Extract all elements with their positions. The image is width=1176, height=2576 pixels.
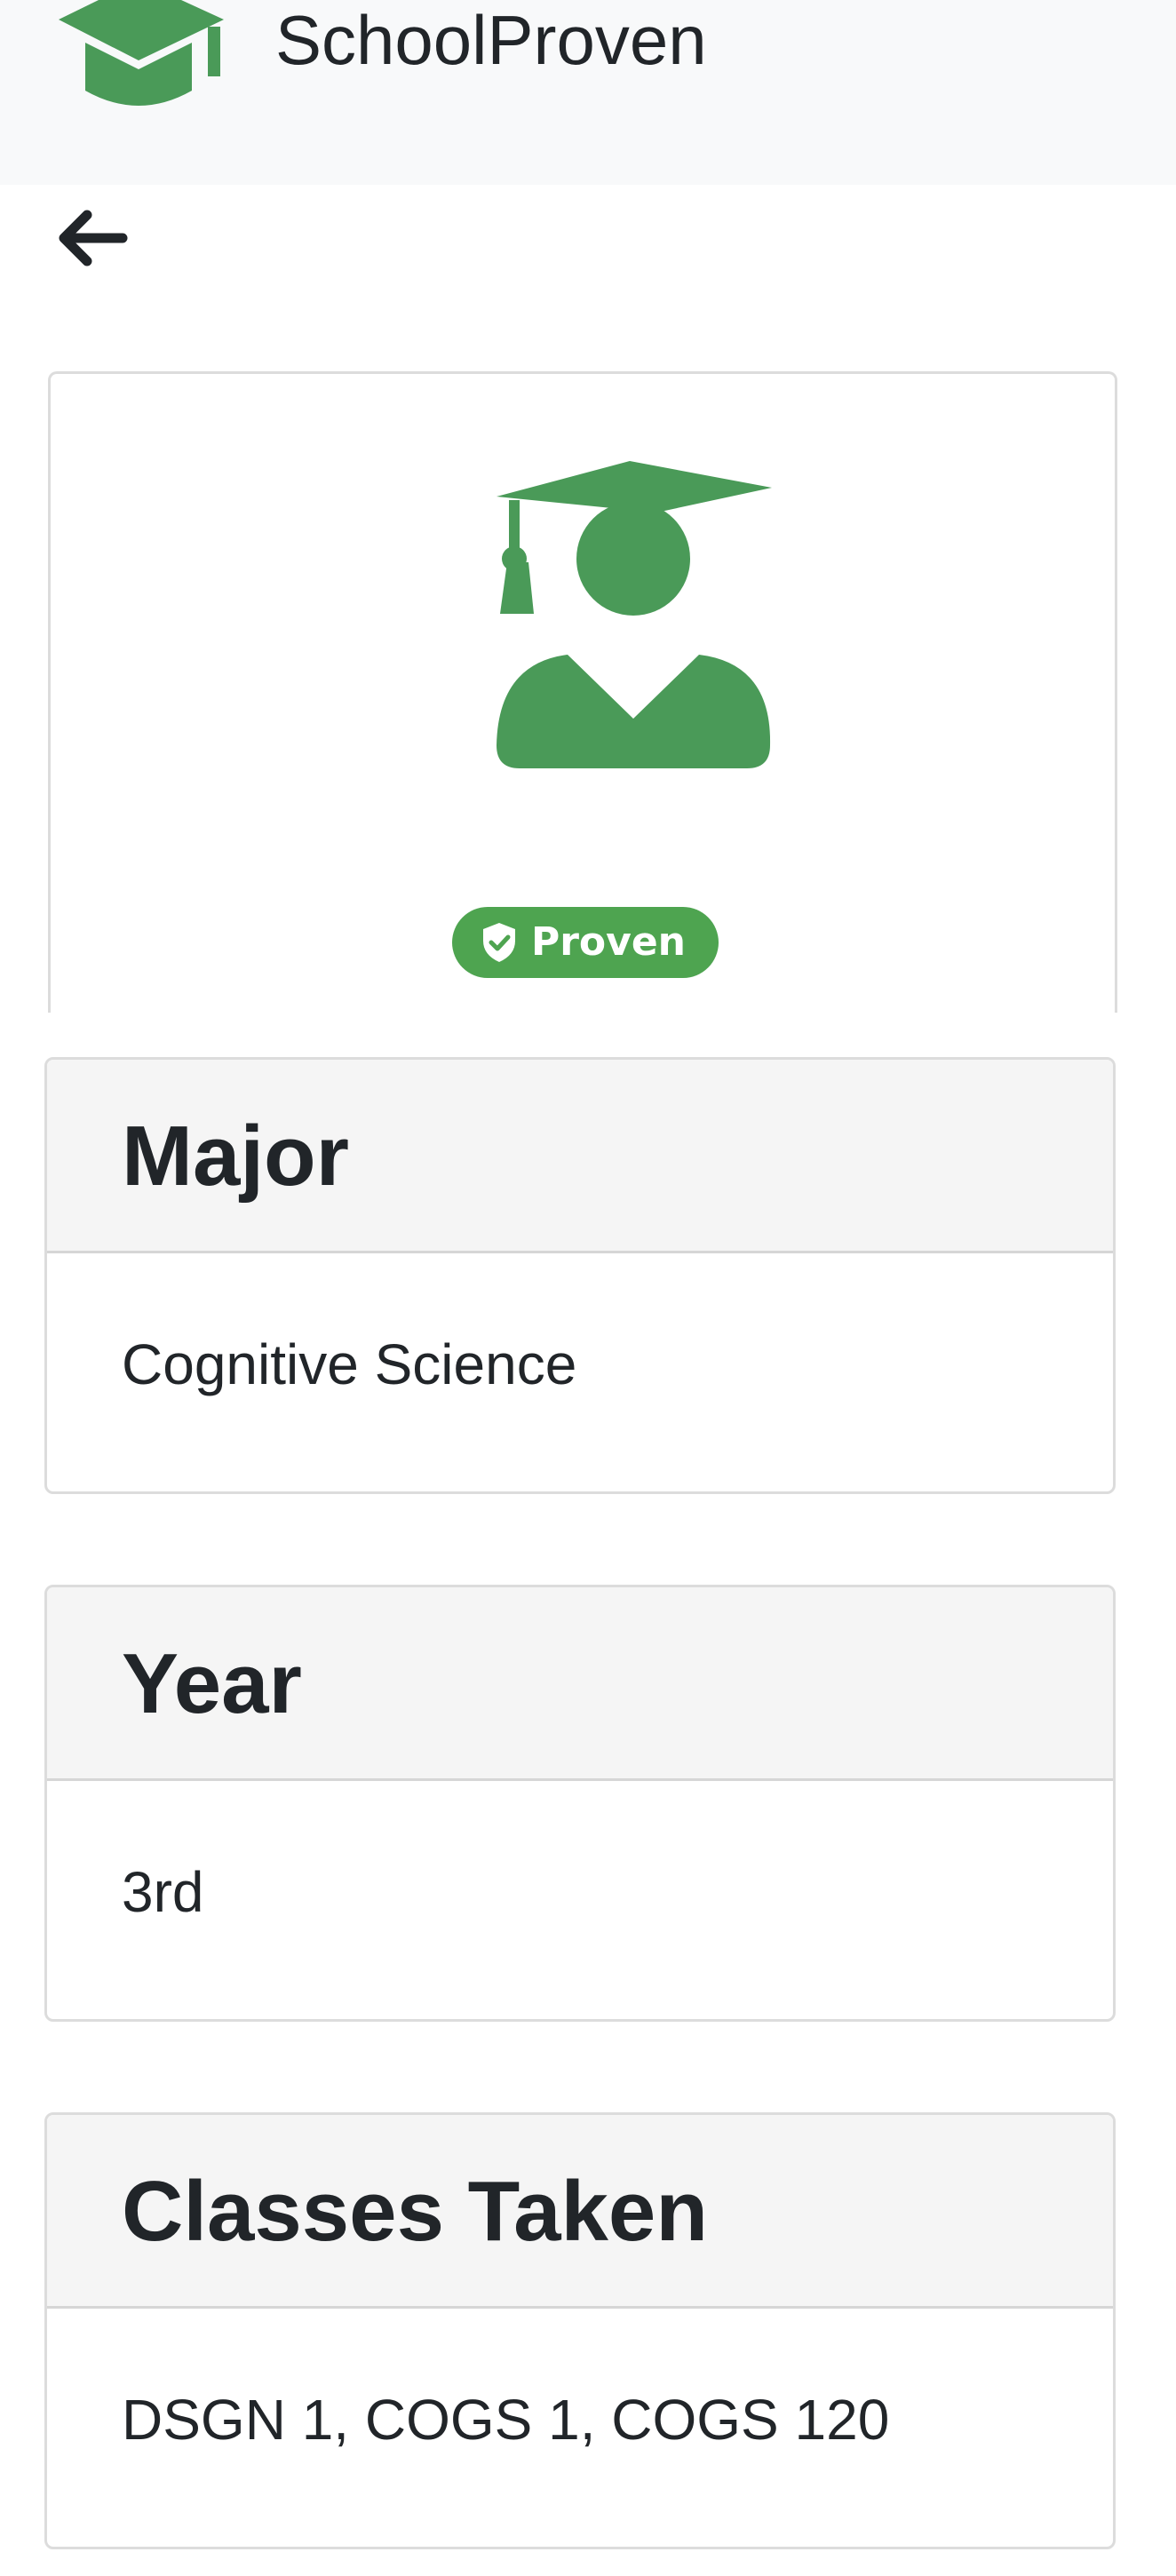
- card-header: Classes Taken: [47, 2115, 1113, 2309]
- major-title: Major: [122, 1109, 350, 1204]
- card-body: DSGN 1, COGS 1, COGS 120: [47, 2309, 1113, 2547]
- card-body: 3rd: [47, 1781, 1113, 2019]
- major-card: Major Cognitive Science: [44, 1057, 1116, 1494]
- major-value: Cognitive Science: [122, 1332, 577, 1396]
- card-body: Cognitive Science: [47, 1253, 1113, 1491]
- user-graduate-icon: [497, 461, 772, 768]
- classes-taken-card: Classes Taken DSGN 1, COGS 1, COGS 120: [44, 2112, 1116, 2549]
- badge-label: Proven: [530, 919, 687, 965]
- card-header: Year: [47, 1587, 1113, 1781]
- graduation-cap-logo-icon[interactable]: [50, 0, 233, 124]
- back-button[interactable]: [52, 203, 131, 274]
- profile-card: Proven: [48, 371, 1117, 1013]
- classes-taken-title: Classes Taken: [122, 2164, 708, 2259]
- card-header: Major: [47, 1060, 1113, 1253]
- proven-badge: Proven: [452, 907, 719, 978]
- year-value: 3rd: [122, 1860, 204, 1924]
- arrow-left-icon: [59, 210, 128, 266]
- year-title: Year: [122, 1636, 302, 1731]
- shield-check-icon: [482, 923, 515, 962]
- year-card: Year 3rd: [44, 1585, 1116, 2022]
- brand-name[interactable]: SchoolProven: [275, 0, 707, 80]
- navbar: SchoolProven: [0, 0, 1176, 185]
- classes-taken-value: DSGN 1, COGS 1, COGS 120: [122, 2388, 890, 2452]
